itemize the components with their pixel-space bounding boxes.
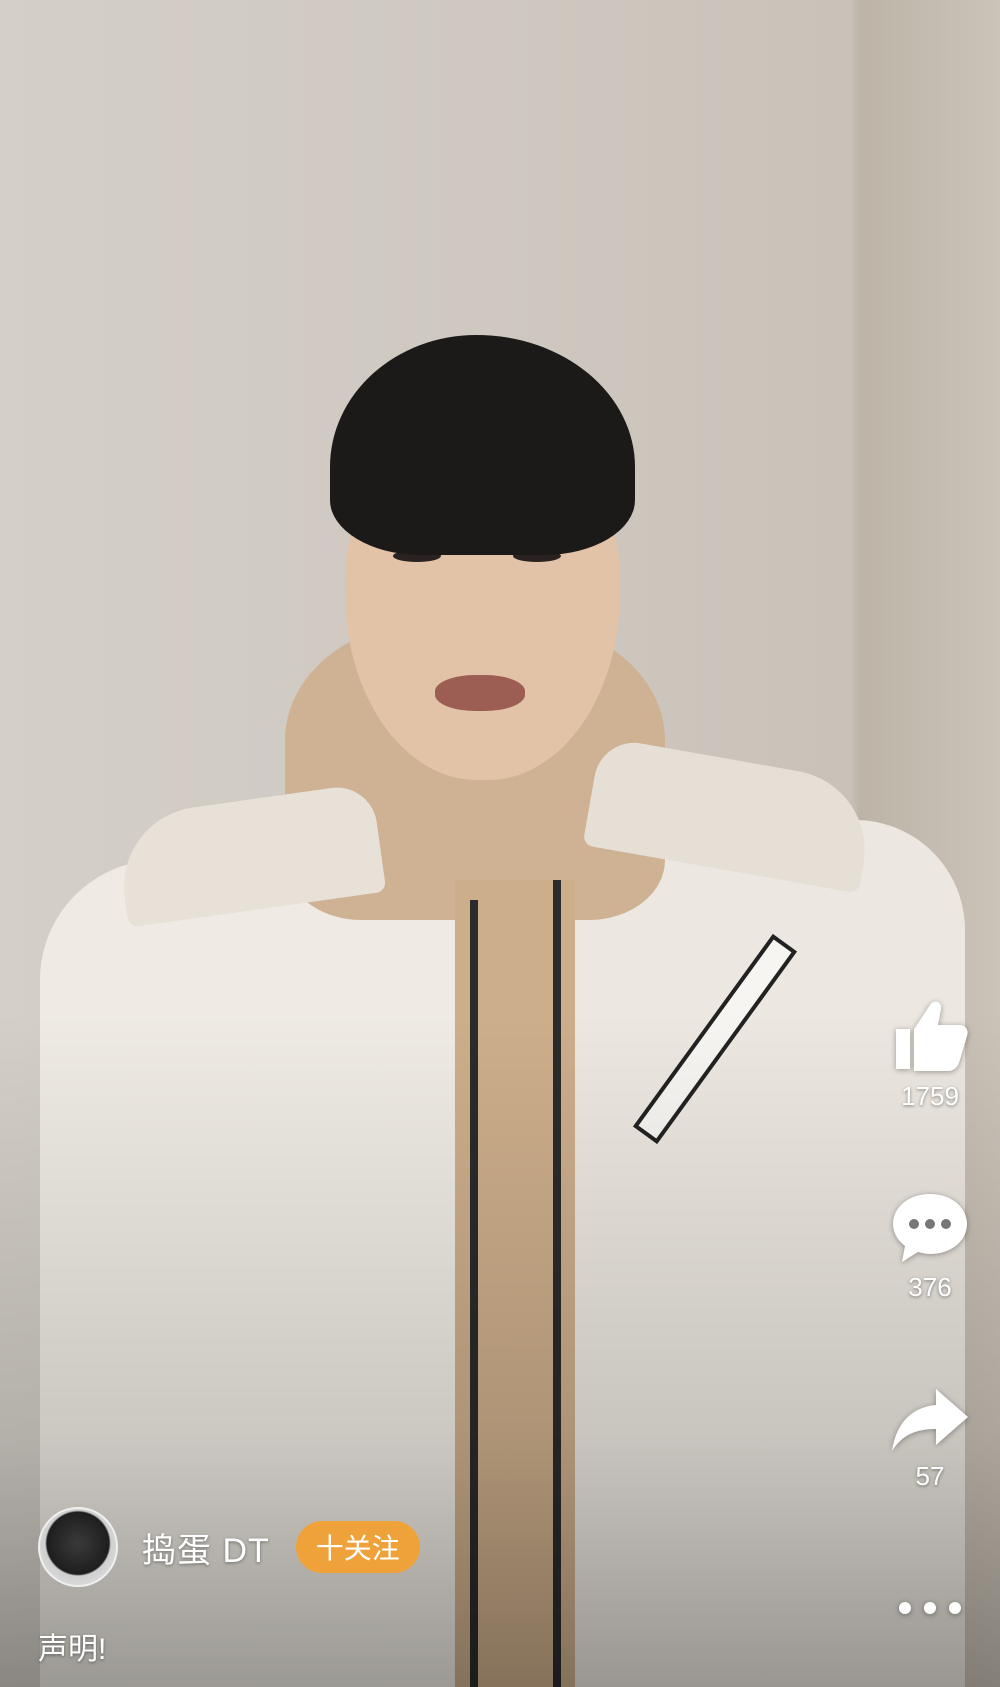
like-button[interactable]: 1759 <box>860 995 1000 1112</box>
video-player[interactable]: 1759 376 57 捣蛋 DT 十关注 声明! <box>0 0 1000 1687</box>
follow-button[interactable]: 十关注 <box>295 1521 420 1573</box>
like-count: 1759 <box>901 1081 959 1111</box>
thumbs-up-icon <box>896 1001 968 1071</box>
comment-count: 376 <box>908 1272 952 1302</box>
more-dots-icon <box>899 1602 961 1614</box>
video-frame <box>0 0 1000 1687</box>
comment-bubble-icon <box>893 1194 967 1262</box>
action-bar: 1759 376 57 <box>860 0 1000 1687</box>
share-button[interactable]: 57 <box>860 1385 1000 1492</box>
video-caption[interactable]: 声明! <box>38 1624 106 1668</box>
share-count: 57 <box>915 1461 945 1491</box>
zipper-right-shape <box>553 880 561 1687</box>
author-row: 捣蛋 DT 十关注 <box>38 1504 420 1590</box>
author-name[interactable]: 捣蛋 DT <box>142 1523 270 1572</box>
more-button[interactable] <box>860 1596 1000 1620</box>
zipper-left-shape <box>470 900 478 1687</box>
share-arrow-icon <box>892 1389 968 1451</box>
hair-shape <box>330 335 635 555</box>
avatar[interactable] <box>38 1507 118 1587</box>
mouth-shape <box>435 675 525 711</box>
comment-button[interactable]: 376 <box>860 1190 1000 1303</box>
